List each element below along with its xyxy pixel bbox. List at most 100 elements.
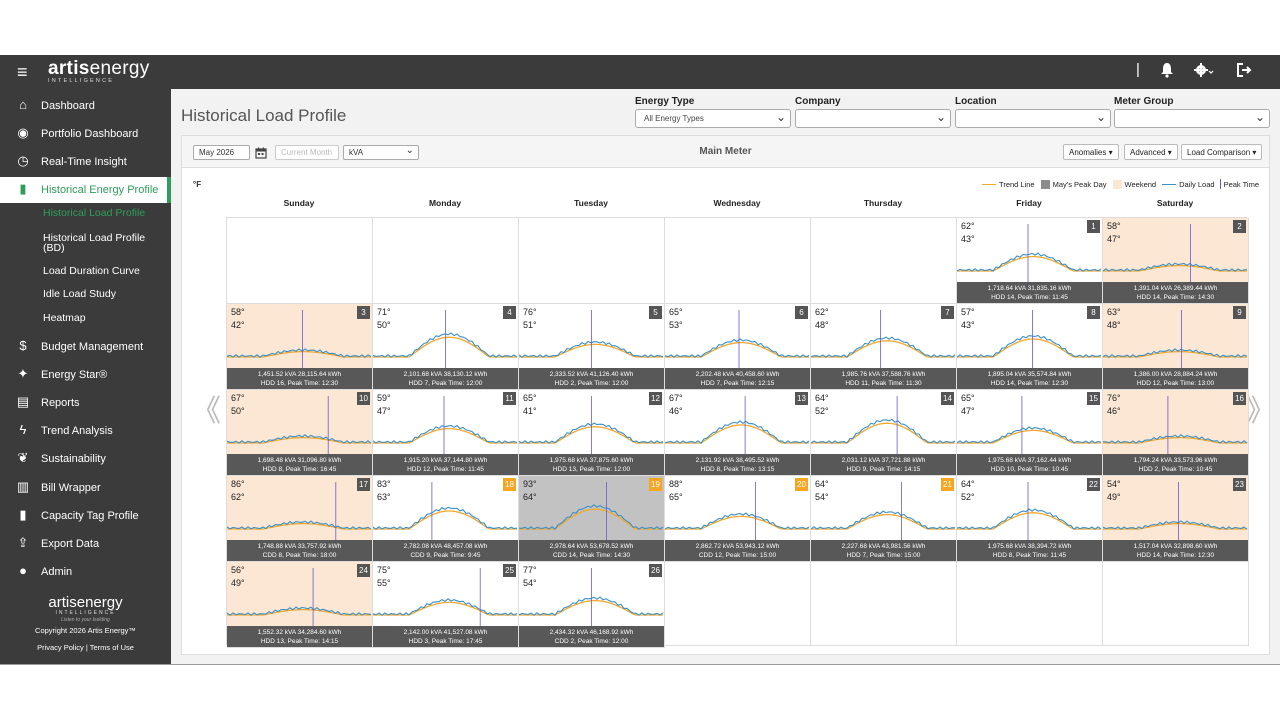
day-energy-totals: 2,333.52 kVA 41,126.40 kWh: [549, 371, 634, 378]
artis-logo[interactable]: artisenergy INTELLIGENCE: [48, 58, 150, 84]
sidebar-subitem[interactable]: Historical Load Profile (BD): [43, 233, 153, 254]
trend-line: [957, 512, 1101, 530]
day-energy-totals: 1,975.68 kVA 37,875.60 kWh: [549, 457, 634, 464]
sidebar-item-reports[interactable]: ▤ Reports: [0, 390, 171, 416]
sidebar-item-trend-analysis[interactable]: ϟ Trend Analysis: [0, 418, 171, 444]
calendar-day-cell[interactable]: 65° 53° 6 2,202.48 kVA 40,458.60 kWh HDD 7, …: [665, 304, 811, 390]
day-energy-totals: 1,895.04 kVA 35,574.84 kWh: [987, 371, 1072, 378]
sidebar-subitem[interactable]: Heatmap: [43, 313, 153, 324]
hamburger-menu-icon[interactable]: ≡: [17, 63, 28, 81]
calendar-day-cell[interactable]: 58° 47° 2 1,391.04 kVA 26,389.44 kWh HDD 14,…: [1103, 218, 1249, 304]
calendar-empty-cell: [665, 562, 811, 646]
privacy-policy-link[interactable]: Privacy Policy: [37, 643, 84, 652]
sidebar-item-budget-management[interactable]: $ Budget Management: [0, 334, 171, 360]
sidebar-item-real-time-insight[interactable]: ◷ Real-Time Insight: [0, 149, 171, 175]
calendar-day-cell[interactable]: 65° 41° 12 1,975.68 kVA 37,875.60 kWh HDD 13…: [519, 390, 665, 476]
calendar-empty-cell: [811, 562, 957, 646]
day-energy-totals: 1,975.68 kVA 37,162.44 kWh: [987, 457, 1072, 464]
calendar-toolbar: May 2026 Current Month kVA ⌄ Main Meter A…: [182, 136, 1269, 168]
day-degree-days-peak: HDD 2, Peak Time: 10:45: [1138, 466, 1213, 473]
daily-load-line: [519, 340, 664, 358]
location-select[interactable]: [955, 109, 1111, 128]
calendar-day-cell[interactable]: 65° 47° 15 1,975.68 kVA 37,162.44 kWh HDD 10…: [957, 390, 1103, 476]
calendar-day-cell[interactable]: 63° 48° 9 1,386.00 kVA 28,884.24 kWh HDD 12,…: [1103, 304, 1249, 390]
day-energy-totals: 2,782.08 kVA 48,457.08 kWh: [403, 543, 488, 550]
bell-icon[interactable]: [1160, 62, 1174, 83]
calendar-day-cell[interactable]: 58° 42° 3 1,451.52 kVA 28,115.64 kWh HDD 16,…: [227, 304, 373, 390]
daily-load-line: [811, 510, 956, 530]
load-comparison-dropdown[interactable]: Load Comparison ▾: [1181, 144, 1263, 160]
calendar-day-cell[interactable]: 59° 47° 11 1,915.20 kVA 37,144.80 kWh HDD 12…: [373, 390, 519, 476]
sidebar-item-bill-wrapper[interactable]: ▥ Bill Wrapper: [0, 475, 171, 501]
daily-load-line: [811, 336, 956, 358]
day-summary-footer: 2,101.68 kVA 38,130.12 kWh HDD 7, Peak Ti…: [373, 368, 518, 389]
calendar-day-cell[interactable]: 62° 48° 7 1,985.76 kVA 37,588.76 kWh HDD 11,…: [811, 304, 957, 390]
logout-icon[interactable]: [1236, 62, 1252, 83]
calendar-day-cell[interactable]: 83° 63° 18 2,782.08 kVA 48,457.08 kWh CDD 9,…: [373, 476, 519, 562]
calendar-day-cell[interactable]: 62° 43° 1 1,718.64 kVA 31,835.16 kWh HDD 14,…: [957, 218, 1103, 304]
terms-of-use-link[interactable]: Terms of Use: [90, 643, 134, 652]
daily-load-line: [957, 426, 1102, 444]
calendar-day-cell[interactable]: 76° 51° 5 2,333.52 kVA 41,126.40 kWh HDD 2, …: [519, 304, 665, 390]
sidebar-item-capacity-tag-profile[interactable]: ▮ Capacity Tag Profile: [0, 503, 171, 529]
sidebar-subitem[interactable]: Idle Load Study: [43, 289, 153, 300]
day-energy-totals: 1,698.48 kVA 31,096.80 kWh: [257, 457, 342, 464]
calendar-day-cell[interactable]: 67° 46° 13 2,131.92 kVA 38,495.52 kWh HDD 8,…: [665, 390, 811, 476]
daily-load-chart: [1103, 396, 1248, 454]
weekday-header: Wednesday: [713, 198, 761, 208]
calendar-day-cell[interactable]: 56° 49° 24 1,552.32 kVA 34,284.60 kWh HDD 13…: [227, 562, 373, 648]
previous-month-arrow[interactable]: 《: [191, 386, 221, 430]
day-energy-totals: 2,862.72 kVA 53,943.12 kWh: [695, 543, 780, 550]
calendar-day-cell[interactable]: 57° 43° 8 1,895.04 kVA 35,574.84 kWh HDD 14,…: [957, 304, 1103, 390]
company-select[interactable]: [795, 109, 951, 128]
calendar-day-cell[interactable]: 64° 52° 14 2,031.12 kVA 37,721.88 kWh HDD 9,…: [811, 390, 957, 476]
legend-trend-label: Trend Line: [999, 179, 1035, 189]
calendar-day-cell[interactable]: 71° 50° 4 2,101.68 kVA 38,130.12 kWh HDD 7, …: [373, 304, 519, 390]
peak-time-swatch: [1219, 179, 1221, 189]
sidebar-item-energy-star[interactable]: ✦ Energy Star®: [0, 362, 171, 388]
day-summary-footer: 1,794.24 kVA 33,573.96 kWh HDD 2, Peak Ti…: [1103, 454, 1248, 475]
day-summary-footer: 2,862.72 kVA 53,943.12 kWh CDD 12, Peak T…: [665, 540, 810, 561]
calendar-day-cell[interactable]: 76° 46° 16 1,794.24 kVA 33,573.96 kWh HDD 2,…: [1103, 390, 1249, 476]
calendar-day-cell[interactable]: 67° 50° 10 1,698.48 kVA 31,096.80 kWh HDD 8,…: [227, 390, 373, 476]
calendar-day-cell[interactable]: 88° 65° 20 2,862.72 kVA 53,943.12 kWh CDD 12…: [665, 476, 811, 562]
daily-load-chart: [811, 482, 956, 540]
calendar-day-cell[interactable]: 77° 54° 26 2,434.32 kVA 46,168.92 kWh CDD 2,…: [519, 562, 665, 648]
sidebar-subitem[interactable]: Historical Load Profile: [43, 208, 153, 219]
day-degree-days-peak: HDD 7, Peak Time: 12:15: [700, 380, 775, 387]
day-summary-footer: 1,975.68 kVA 37,875.60 kWh HDD 13, Peak T…: [519, 454, 664, 475]
day-energy-totals: 1,718.64 kVA 31,835.16 kWh: [987, 285, 1072, 292]
next-month-arrow[interactable]: 》: [1246, 386, 1276, 430]
main-content: Historical Load Profile Energy Type All …: [171, 89, 1280, 664]
sidebar-item-export-data[interactable]: ⇪ Export Data: [0, 531, 171, 557]
meter-group-select[interactable]: [1114, 109, 1270, 128]
sidebar-item-sustainability[interactable]: ❦ Sustainability: [0, 446, 171, 472]
day-energy-totals: 2,101.68 kVA 38,130.12 kWh: [403, 371, 488, 378]
calendar-day-cell[interactable]: 86° 62° 17 1,748.88 kVA 33,757.92 kWh CDD 8,…: [227, 476, 373, 562]
anomalies-dropdown[interactable]: Anomalies ▾: [1063, 144, 1119, 160]
footer-logo: artisenergy: [48, 594, 123, 611]
sidebar-item-historical-energy-profile[interactable]: ▮ Historical Energy Profile: [0, 177, 171, 203]
daily-load-line: [227, 348, 372, 358]
sidebar-item-admin[interactable]: ● Admin: [0, 559, 171, 585]
energy-type-select[interactable]: All Energy Types: [635, 109, 791, 128]
weekday-header: Tuesday: [574, 198, 608, 208]
advanced-dropdown[interactable]: Advanced ▾: [1124, 144, 1178, 160]
gear-icon[interactable]: [1193, 62, 1215, 83]
day-summary-footer: 2,434.32 kVA 46,168.92 kWh CDD 2, Peak Ti…: [519, 626, 664, 647]
daily-load-chart: [227, 310, 372, 368]
sidebar-item-label: Energy Star®: [41, 369, 108, 381]
calendar-day-cell[interactable]: 93° 64° 19 2,978.64 kVA 53,678.52 kWh CDD 14…: [519, 476, 665, 562]
sidebar-item-dashboard[interactable]: ⌂ Dashboard: [0, 93, 171, 119]
sidebar-item-portfolio-dashboard[interactable]: ◉ Portfolio Dashboard: [0, 121, 171, 147]
calendar-day-cell[interactable]: 64° 54° 21 2,227.68 kVA 43,981.56 kWh HDD 7,…: [811, 476, 957, 562]
daily-load-chart: [373, 568, 518, 626]
calendar-day-cell[interactable]: 64° 52° 22 1,975.68 kVA 38,394.72 kWh HDD 8,…: [957, 476, 1103, 562]
calendar-day-cell[interactable]: 54° 49° 23 1,517.04 kVA 32,898.60 kWh HDD 14…: [1103, 476, 1249, 562]
calendar-day-cell[interactable]: 75° 55° 25 2,142.00 kVA 41,527.08 kWh HDD 3,…: [373, 562, 519, 648]
day-energy-totals: 1,748.88 kVA 33,757.92 kWh: [257, 543, 342, 550]
legend-daily-label: Daily Load: [1179, 179, 1215, 189]
day-summary-footer: 2,978.64 kVA 53,678.52 kWh CDD 14, Peak T…: [519, 540, 664, 561]
day-energy-totals: 1,552.32 kVA 34,284.60 kWh: [257, 629, 342, 636]
sidebar-subitem[interactable]: Load Duration Curve: [43, 266, 153, 277]
